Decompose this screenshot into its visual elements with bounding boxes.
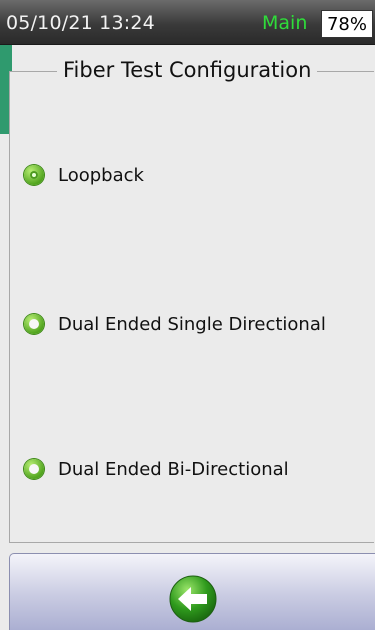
radio-unselected-icon[interactable] — [24, 459, 44, 479]
datetime: 05/10/21 13:24 — [6, 12, 155, 34]
option-label: Loopback — [58, 164, 144, 186]
option-loopback[interactable]: Loopback — [24, 160, 144, 190]
arrow-left-icon — [169, 575, 216, 623]
option-dual-ended-single-directional[interactable]: Dual Ended Single Directional — [24, 309, 326, 339]
radio-unselected-icon[interactable] — [24, 314, 44, 334]
option-dual-ended-bi-directional[interactable]: Dual Ended Bi-Directional — [24, 454, 289, 484]
mode-indicator: Main — [262, 12, 308, 34]
option-label: Dual Ended Single Directional — [58, 313, 326, 335]
panel-title: Fiber Test Configuration — [57, 58, 318, 82]
option-label: Dual Ended Bi-Directional — [58, 458, 289, 480]
back-button[interactable] — [9, 553, 375, 630]
radio-selected-icon[interactable] — [24, 165, 44, 185]
screen: 05/10/21 13:24 Main 78% Fiber Test Confi… — [0, 0, 375, 630]
fiber-test-config-panel: Fiber Test Configuration Loopback Dual E… — [9, 58, 374, 543]
battery-level: 78% — [321, 10, 373, 38]
status-bar: 05/10/21 13:24 Main 78% — [0, 0, 375, 45]
